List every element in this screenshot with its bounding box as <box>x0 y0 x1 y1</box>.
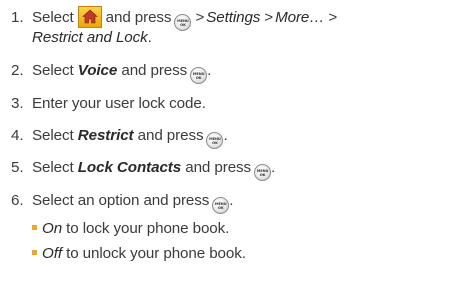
path-separator: > <box>264 9 274 26</box>
bullet-icon <box>32 225 37 230</box>
step-4: 4. Select Restrict and press MENU OK. <box>11 127 228 150</box>
option-on: On to lock your phone book. <box>32 220 229 238</box>
option-text: to unlock your phone book. <box>61 245 246 262</box>
step-1-continued: Restrict and Lock. <box>32 29 152 47</box>
menu-ok-key-icon: MENU OK <box>174 14 192 32</box>
menu-path-settings: Settings <box>206 9 261 26</box>
step-number: 2. <box>11 62 24 79</box>
path-separator: > <box>328 9 338 26</box>
path-separator: > <box>195 9 205 26</box>
menu-item-restrict: Restrict <box>77 127 134 144</box>
step-text: and press <box>185 159 252 176</box>
step-suffix: . <box>147 29 152 46</box>
step-suffix: . <box>271 159 276 176</box>
step-number: 5. <box>11 159 24 176</box>
step-1: 1. Select and press MENU OK > Settings > More… > <box>11 6 339 32</box>
option-label: Off <box>42 245 62 262</box>
step-text: and press <box>121 62 188 79</box>
menu-path-more: More… <box>275 9 325 26</box>
option-off: Off to unlock your phone book. <box>32 245 246 263</box>
step-text: Select <box>32 127 74 144</box>
step-number: 1. <box>11 9 24 26</box>
step-suffix: . <box>223 127 228 144</box>
home-icon <box>77 6 102 28</box>
instruction-list: 1. Select and press MENU OK > Settings > More… > … <box>0 0 451 295</box>
step-5: 5. Select Lock Contacts and press MENU OK. <box>11 159 276 182</box>
bullet-icon <box>32 250 37 255</box>
step-2: 2. Select Voice and press MENU OK. <box>11 62 212 85</box>
menu-item-voice: Voice <box>77 62 118 79</box>
option-text: to lock your phone book. <box>62 220 230 237</box>
step-number: 3. <box>11 95 24 112</box>
menu-path-restrict-and-lock: Restrict and Lock <box>32 29 148 46</box>
step-6: 6. Select an option and press MENU OK. <box>11 192 234 215</box>
menu-ok-key-icon: MENU OK <box>212 197 230 215</box>
menu-ok-key-icon: MENU OK <box>206 132 224 150</box>
menu-item-lock-contacts: Lock Contacts <box>77 159 182 176</box>
step-text: Select <box>32 9 74 26</box>
option-label: On <box>42 220 63 237</box>
step-number: 4. <box>11 127 24 144</box>
step-suffix: . <box>229 192 234 209</box>
menu-ok-key-icon: MENU OK <box>254 164 272 182</box>
step-text: Select an option and press <box>32 192 210 209</box>
step-text: Select <box>32 159 74 176</box>
step-3: 3. Enter your user lock code. <box>11 95 206 113</box>
step-text: Enter your user lock code. <box>32 95 206 112</box>
step-text: and press <box>105 9 172 26</box>
step-number: 6. <box>11 192 24 209</box>
step-suffix: . <box>207 62 212 79</box>
step-text: and press <box>137 127 204 144</box>
step-text: Select <box>32 62 74 79</box>
menu-ok-key-icon: MENU OK <box>190 67 208 85</box>
